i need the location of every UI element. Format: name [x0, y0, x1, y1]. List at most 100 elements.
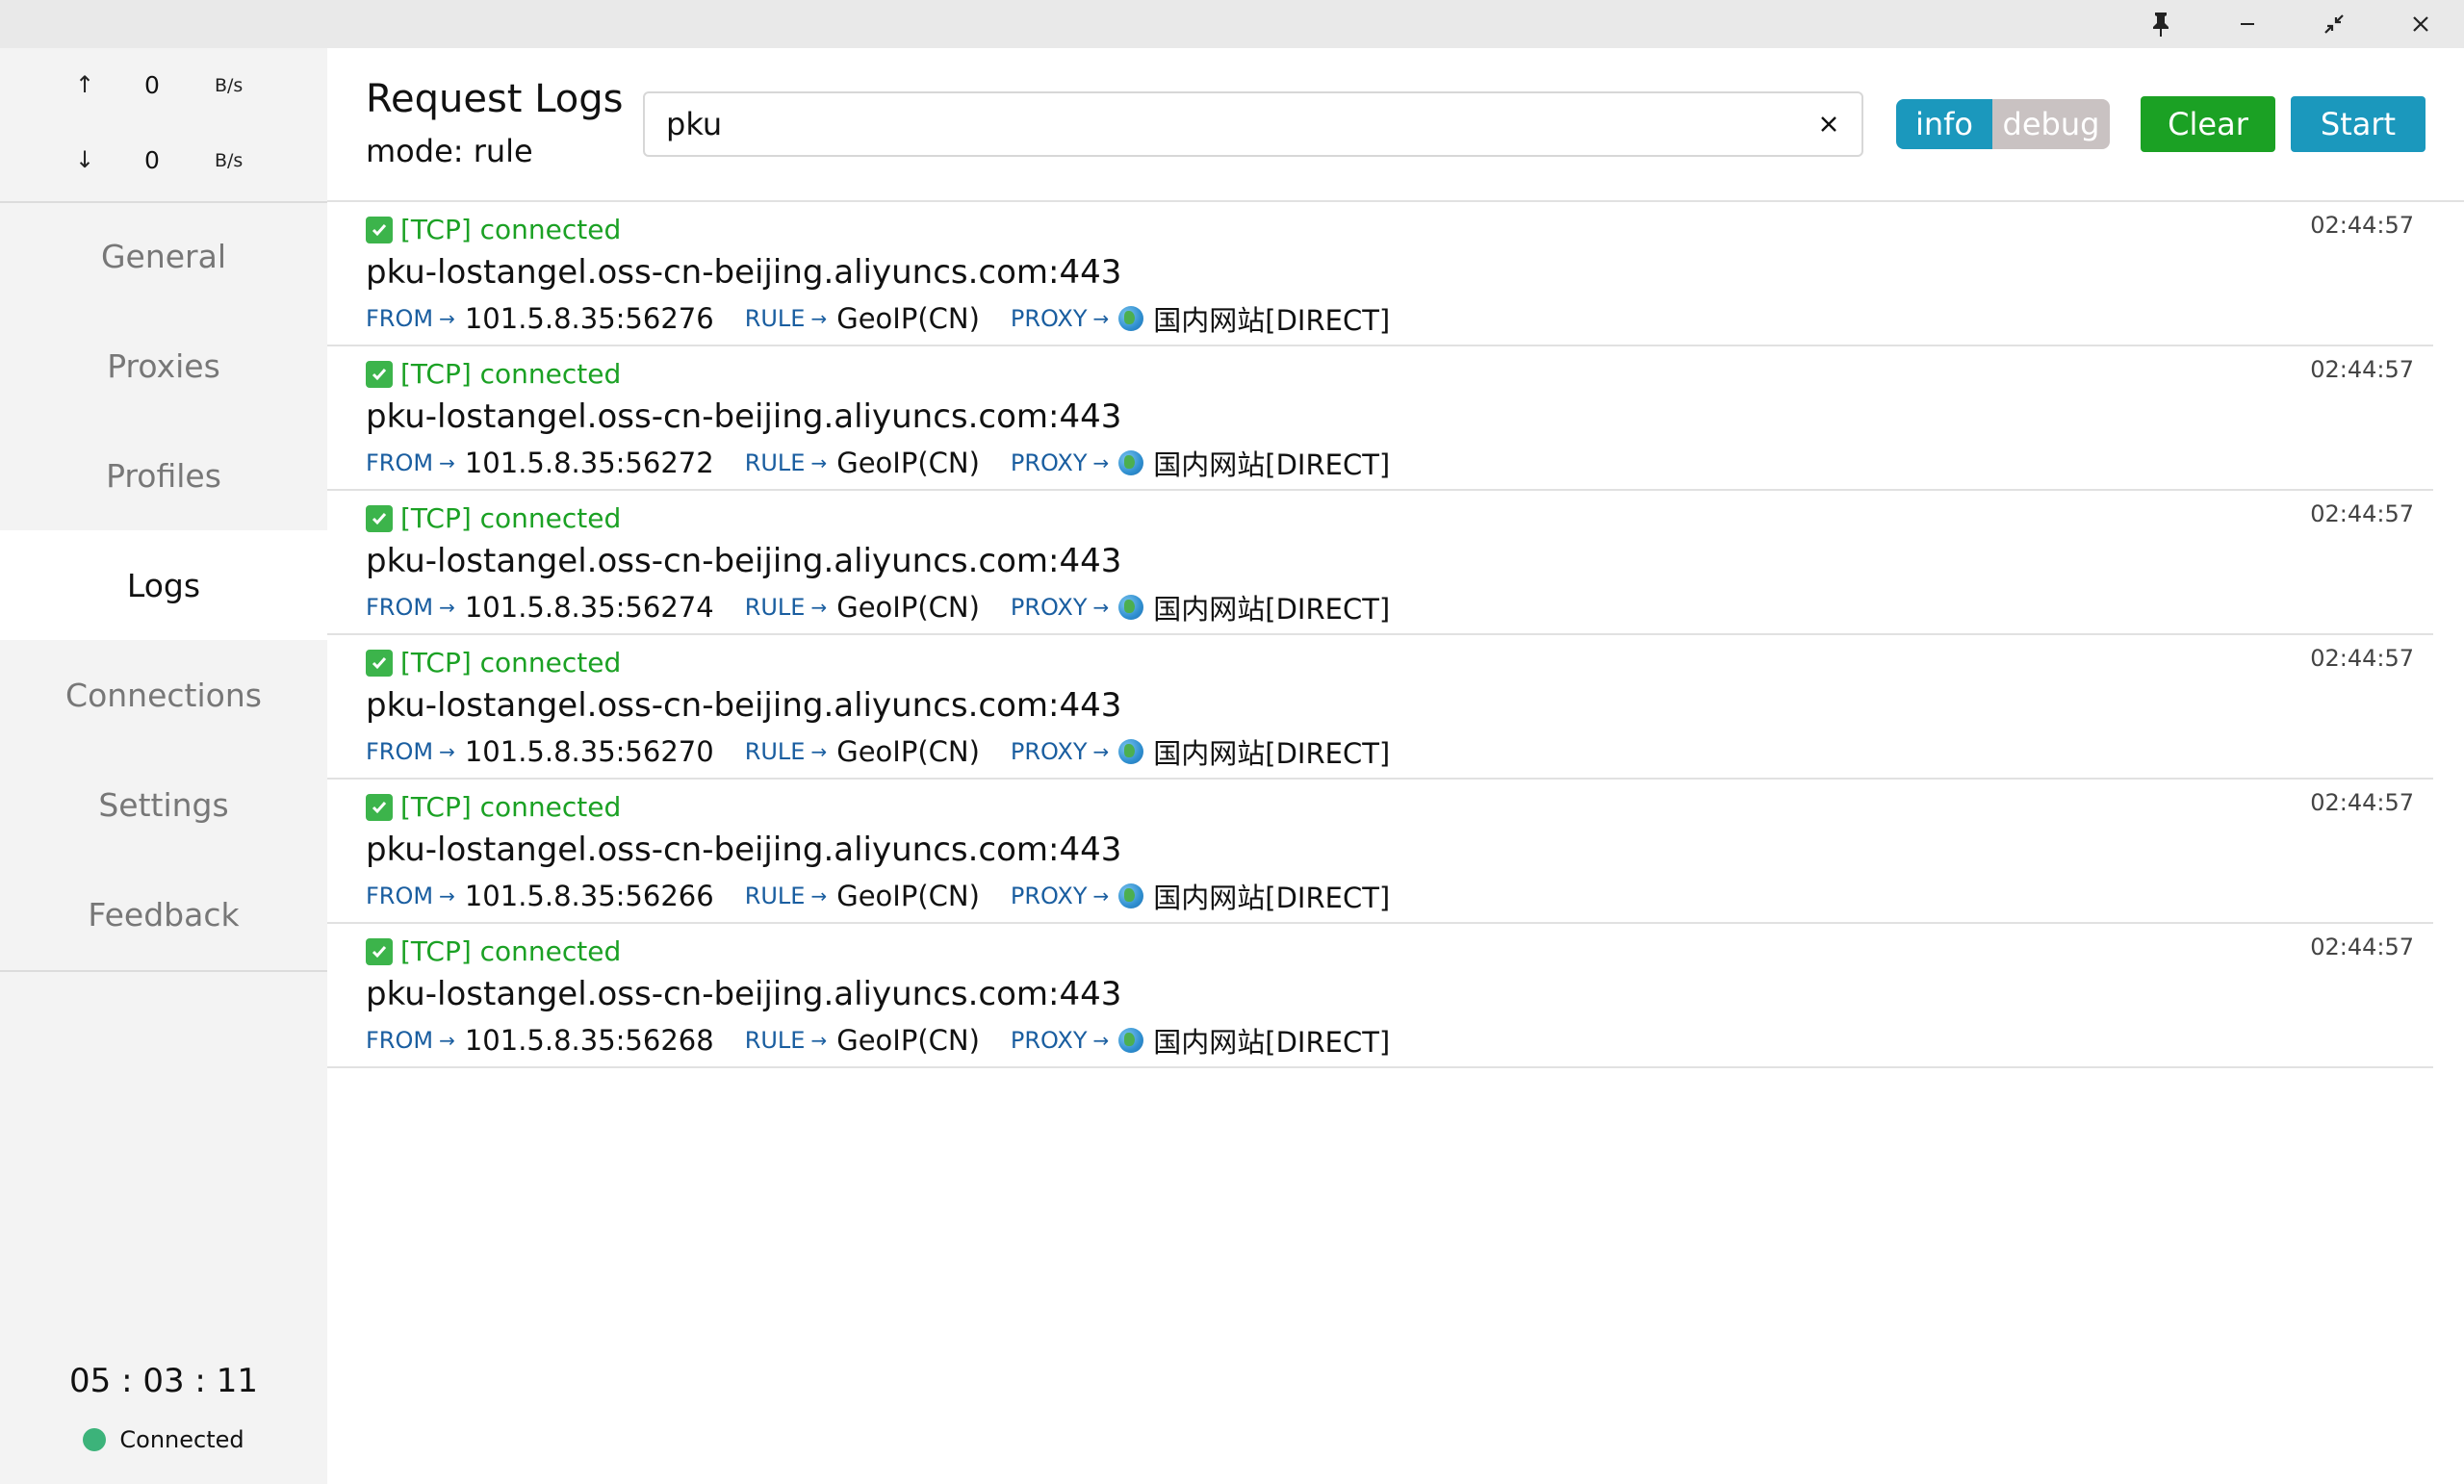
status-dot-icon [83, 1428, 107, 1451]
rule-value: GeoIP(CN) [836, 591, 980, 624]
log-status: [TCP] connected [366, 502, 621, 534]
from-value: 101.5.8.35:56268 [464, 1024, 714, 1057]
search-box [643, 91, 1863, 157]
rule-value: GeoIP(CN) [836, 447, 980, 479]
check-icon [366, 937, 393, 965]
upload-rate: ↑ 0 B/s [0, 71, 327, 110]
page-title: Request Logs [366, 77, 624, 121]
arrow-icon: → [810, 596, 828, 619]
log-host: pku-lostangel.oss-cn-beijing.aliyuncs.co… [366, 253, 1122, 292]
log-time: 02:44:57 [2310, 934, 2414, 960]
upload-unit: B/s [215, 75, 244, 96]
arrow-icon: → [810, 884, 828, 908]
rule-key: RULE [744, 883, 806, 909]
log-level-toggle: info debug [1896, 99, 2110, 149]
proxy-value: 国内网站[DIRECT] [1153, 593, 1391, 626]
log-entry: [TCP] connected 02:44:57 pku-lostangel.oss… [327, 635, 2433, 780]
sidebar-divider [0, 970, 327, 972]
from-key: FROM [366, 883, 434, 909]
arrow-icon: → [810, 740, 828, 763]
log-status-label: [TCP] connected [400, 647, 622, 678]
arrow-icon: → [439, 740, 455, 763]
log-entry: [TCP] connected 02:44:57 pku-lostangel.oss… [327, 346, 2433, 491]
arrow-icon: → [439, 451, 455, 474]
from-key: FROM [366, 1027, 434, 1054]
rule-value: GeoIP(CN) [836, 1024, 980, 1057]
log-status: [TCP] connected [366, 358, 621, 390]
proxy-key: PROXY [1010, 449, 1088, 476]
arrow-icon: → [1092, 884, 1110, 908]
from-value: 101.5.8.35:56270 [464, 735, 714, 768]
log-time: 02:44:57 [2310, 212, 2414, 239]
nav-item-connections[interactable]: Connections [0, 640, 327, 750]
check-icon [366, 504, 393, 532]
start-button[interactable]: Start [2291, 96, 2426, 152]
log-entry: [TCP] connected 02:44:57 pku-lostangel.oss… [327, 924, 2433, 1068]
log-meta: FROM → 101.5.8.35:56270 RULE → GeoIP(CN) PROXY… [366, 731, 1390, 772]
connection-status: Connected [0, 1426, 327, 1453]
download-arrow-icon: ↓ [75, 146, 95, 173]
level-info-option[interactable]: info [1896, 99, 1992, 149]
nav-item-logs[interactable]: Logs [0, 530, 327, 640]
log-entry: [TCP] connected 02:44:57 pku-lostangel.oss… [327, 491, 2433, 635]
globe-icon [1118, 450, 1144, 475]
rule-value: GeoIP(CN) [836, 302, 980, 335]
check-icon [366, 649, 393, 677]
nav-item-proxies[interactable]: Proxies [0, 311, 327, 421]
log-time: 02:44:57 [2310, 645, 2414, 672]
from-value: 101.5.8.35:56272 [464, 447, 714, 479]
arrow-icon: → [810, 1029, 828, 1052]
nav-item-settings[interactable]: Settings [0, 750, 327, 859]
log-host: pku-lostangel.oss-cn-beijing.aliyuncs.co… [366, 686, 1122, 725]
log-host: pku-lostangel.oss-cn-beijing.aliyuncs.co… [366, 975, 1122, 1013]
log-meta: FROM → 101.5.8.35:56268 RULE → GeoIP(CN) PROXY… [366, 1020, 1390, 1061]
arrow-icon: → [1092, 596, 1110, 619]
sidebar: ↑ 0 B/s ↓ 0 B/s General Proxies Profiles… [0, 48, 327, 1484]
search-input[interactable] [666, 101, 1773, 147]
traffic-panel: ↑ 0 B/s ↓ 0 B/s [0, 48, 327, 203]
proxy-value: 国内网站[DIRECT] [1153, 448, 1391, 481]
log-time: 02:44:57 [2310, 789, 2414, 816]
download-value: 0 [144, 146, 160, 174]
log-list: [TCP] connected 02:44:57 pku-lostangel.oss… [327, 202, 2433, 1068]
globe-icon [1118, 1028, 1144, 1053]
clear-search-icon[interactable] [1813, 109, 1844, 140]
nav-item-profiles[interactable]: Profiles [0, 421, 327, 530]
log-host: pku-lostangel.oss-cn-beijing.aliyuncs.co… [366, 397, 1122, 436]
download-unit: B/s [215, 150, 244, 171]
log-host: pku-lostangel.oss-cn-beijing.aliyuncs.co… [366, 542, 1122, 580]
minimize-icon[interactable] [2204, 0, 2291, 48]
proxy-key: PROXY [1010, 305, 1088, 332]
arrow-icon: → [1092, 740, 1110, 763]
log-meta: FROM → 101.5.8.35:56276 RULE → GeoIP(CN) PROXY… [366, 298, 1390, 339]
rule-value: GeoIP(CN) [836, 880, 980, 912]
close-icon[interactable] [2377, 0, 2464, 48]
arrow-icon: → [439, 307, 455, 330]
globe-icon [1118, 883, 1144, 908]
rule-value: GeoIP(CN) [836, 735, 980, 768]
arrow-icon: → [439, 884, 455, 908]
nav-item-general[interactable]: General [0, 201, 327, 311]
level-debug-option[interactable]: debug [1992, 99, 2110, 149]
proxy-value: 国内网站[DIRECT] [1153, 304, 1391, 337]
clear-button[interactable]: Clear [2141, 96, 2275, 152]
nav-item-feedback[interactable]: Feedback [0, 859, 327, 969]
check-icon [366, 793, 393, 821]
arrow-icon: → [1092, 1029, 1110, 1052]
log-status-label: [TCP] connected [400, 214, 622, 245]
from-key: FROM [366, 594, 434, 621]
restore-icon[interactable] [2291, 0, 2377, 48]
log-status-label: [TCP] connected [400, 935, 622, 967]
globe-icon [1118, 306, 1144, 331]
pin-icon[interactable] [2118, 0, 2204, 48]
rule-key: RULE [744, 449, 806, 476]
arrow-icon: → [1092, 451, 1110, 474]
rule-key: RULE [744, 594, 806, 621]
log-time: 02:44:57 [2310, 500, 2414, 527]
globe-icon [1118, 595, 1144, 620]
from-key: FROM [366, 305, 434, 332]
log-meta: FROM → 101.5.8.35:56272 RULE → GeoIP(CN) PROXY… [366, 443, 1390, 483]
log-meta: FROM → 101.5.8.35:56266 RULE → GeoIP(CN) PROXY… [366, 876, 1390, 916]
arrow-icon: → [439, 1029, 455, 1052]
log-time: 02:44:57 [2310, 356, 2414, 383]
